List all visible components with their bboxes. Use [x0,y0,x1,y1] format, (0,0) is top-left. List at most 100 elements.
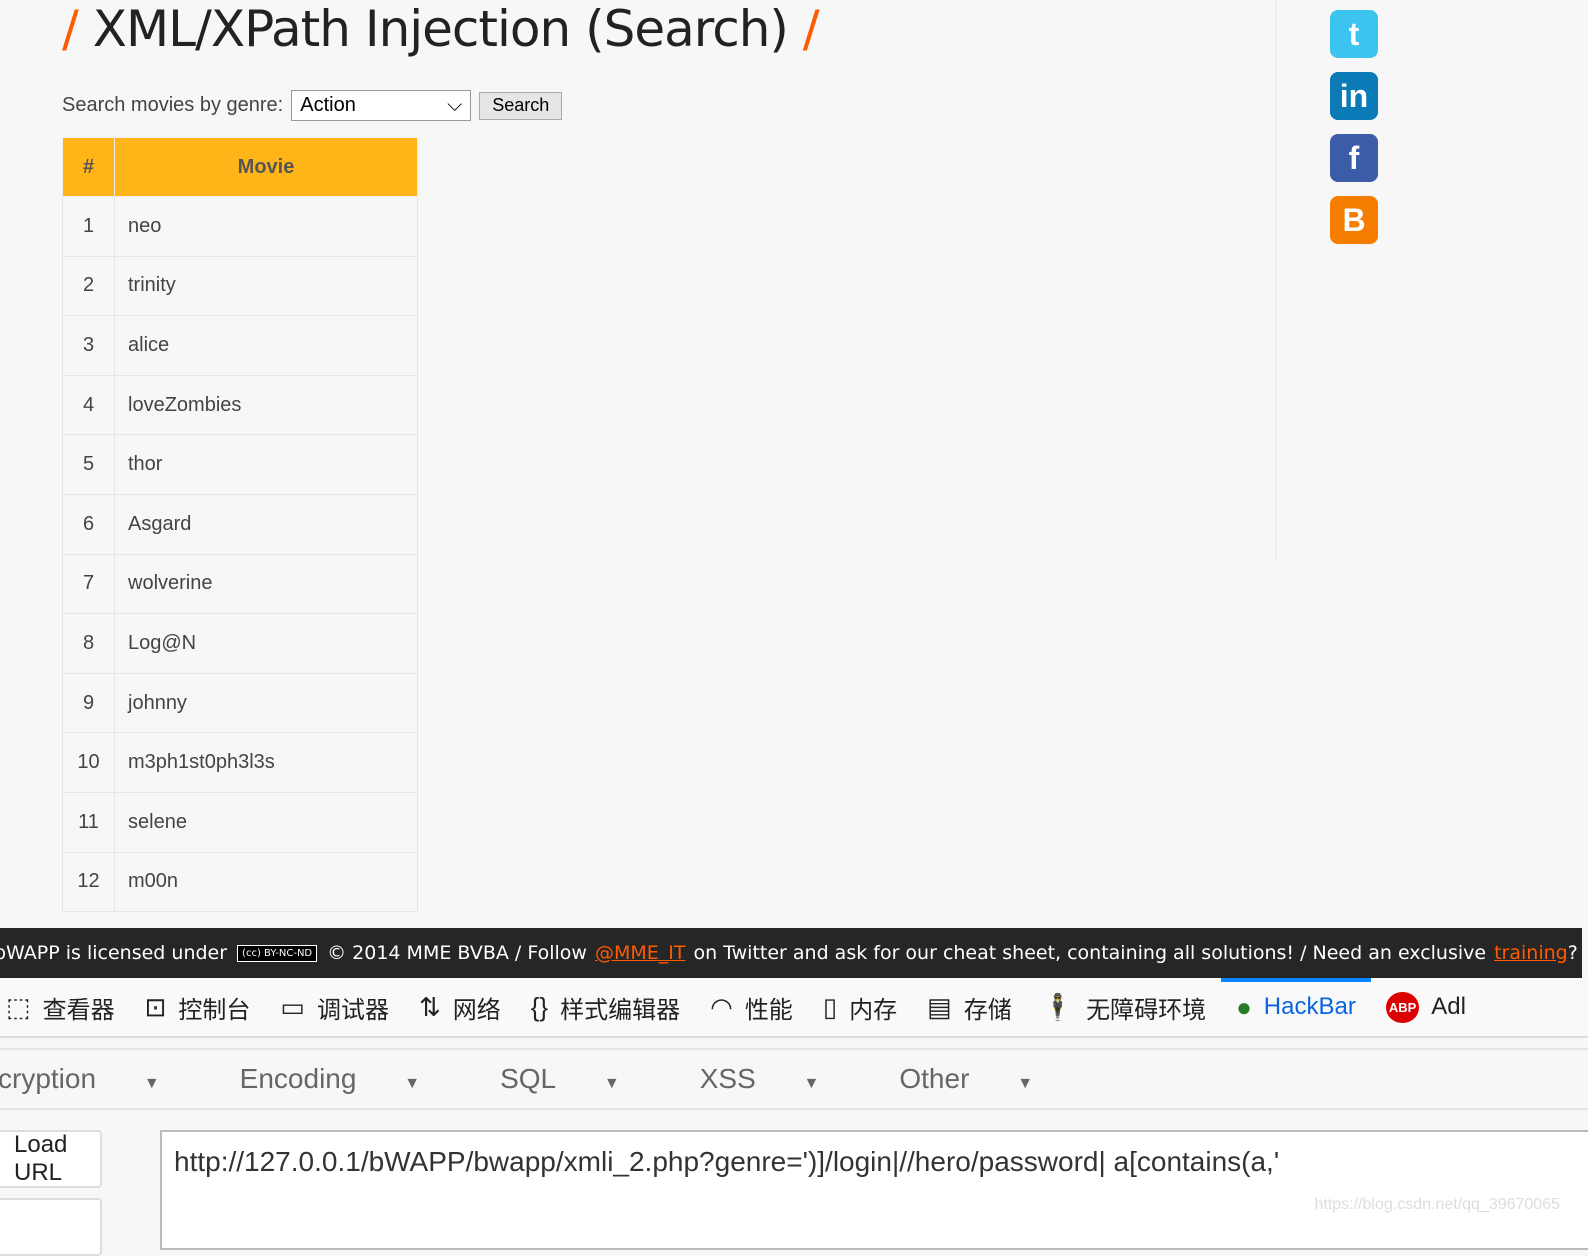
devtools-tab-style-editor[interactable]: {} 样式编辑器 [531,978,680,1036]
sidebar-divider [1275,0,1277,560]
movie-title: Log@N [114,613,418,674]
movie-title: loveZombies [114,374,418,436]
hackbar-menu: cryption ▼ Encoding ▼ SQL ▼ XSS ▼ Other ▼ [0,1048,1588,1110]
menu-label: Other [899,1063,970,1094]
devtools-tab-performance[interactable]: ◠ 性能 [710,978,793,1036]
genre-select[interactable]: Action ⌵ [291,90,472,121]
movie-title: thor [114,434,418,495]
footer-text: on Twitter and ask for our cheat sheet, … [693,942,1487,964]
caret-down-icon: ▼ [143,1075,160,1092]
row-number: 12 [62,851,115,913]
url-textarea[interactable]: http://127.0.0.1/bWAPP/bwapp/xmli_2.php?… [160,1130,1588,1250]
cc-badge[interactable]: (cc) BY-NC-ND [237,944,318,962]
tab-label: 无障碍环境 [1086,996,1207,1024]
table-row: 11 selene [62,791,418,853]
copyright-text: © 2014 MME BVBA / Follow [327,942,587,964]
inspector-icon: ⬚ [6,991,31,1022]
table-row: 2 trinity [62,255,418,317]
movie-title: Asgard [114,493,418,555]
row-number: 4 [62,374,115,436]
console-icon: ⊡ [144,991,167,1022]
devtools-tab-network[interactable]: ⇅ 网络 [419,978,501,1036]
devtools-tab-adblock[interactable]: ABP Adl [1385,978,1466,1036]
movie-title: johnny [114,672,418,734]
facebook-icon[interactable]: f [1330,134,1378,182]
tab-label: 内存 [849,996,898,1024]
tab-label: 性能 [744,996,793,1024]
devtools-tab-hackbar[interactable]: ● HackBar [1221,978,1371,1036]
hackbar-menu-other[interactable]: Other ▼ [899,1063,1073,1095]
row-number: 7 [62,553,115,615]
menu-label: XSS [699,1063,756,1094]
hackbar-menu-cryption[interactable]: cryption ▼ [0,1063,200,1095]
movie-title: alice [114,315,418,376]
table-row: 12 m00n [62,851,418,913]
table-row: 7 wolverine [62,553,418,615]
row-number: 8 [62,613,115,674]
twitter-icon[interactable]: t [1330,10,1378,58]
devtools-tabbar: ⬚ 查看器 ⊡ 控制台 ▭ 调试器 ⇅ 网络 {} 样式编辑器 ◠ 性能 ▯ 内存 ▤ 存储 🕴 无障碍环境 ● Ha… [0,978,1588,1038]
caret-down-icon: ▼ [603,1075,620,1092]
training-link[interactable]: training [1494,942,1568,964]
caret-down-icon: ▼ [1017,1075,1034,1092]
title-text: XML/XPath Injection (Search) [92,0,789,58]
menu-label: cryption [0,1063,97,1094]
performance-icon: ◠ [710,991,733,1022]
style-editor-icon: {} [530,991,549,1022]
movie-title: selene [114,791,418,853]
twitter-handle-link[interactable]: @MME_IT [595,942,686,964]
selected-genre: Action [300,94,356,116]
search-form: Search movies by genre: Action ⌵ Search [62,90,563,121]
devtools-tab-memory[interactable]: ▯ 内存 [823,978,897,1036]
license-text: bWAPP is licensed under [0,942,228,964]
caret-down-icon: ▼ [404,1075,421,1092]
table-row: 5 thor [62,434,418,495]
footer: bWAPP is licensed under (cc) BY-NC-ND © … [0,928,1582,978]
movie-title: m00n [114,851,418,913]
adblock-icon: ABP [1385,991,1420,1023]
row-number: 2 [62,255,115,317]
row-number: 6 [62,493,115,555]
devtools-tab-debugger[interactable]: ▭ 调试器 [280,978,389,1036]
table-row: 3 alice [62,315,418,376]
footer-end: ? [1567,942,1578,964]
split-url-button[interactable] [0,1198,102,1256]
devtools-tab-console[interactable]: ⊡ 控制台 [145,978,251,1036]
caret-down-icon: ▼ [803,1075,820,1092]
watermark: https://blog.csdn.net/qq_39670065 [1314,1196,1560,1213]
header-number: # [62,137,115,197]
tab-label: 查看器 [42,996,115,1024]
row-number: 5 [62,434,115,495]
devtools-tab-accessibility[interactable]: 🕴 无障碍环境 [1042,978,1206,1036]
debugger-icon: ▭ [280,991,305,1022]
search-button[interactable]: Search [479,91,563,120]
row-number: 3 [62,315,115,376]
table-row: 6 Asgard [62,493,418,555]
tab-label: 网络 [452,996,501,1024]
hackbar-menu-encoding[interactable]: Encoding ▼ [240,1063,460,1095]
blogger-icon[interactable]: B [1330,196,1378,244]
table-row: 1 neo [62,196,418,257]
devtools-tab-storage[interactable]: ▤ 存储 [927,978,1012,1036]
row-number: 10 [62,732,115,793]
tab-label: 控制台 [178,996,251,1024]
table-row: 10 m3ph1st0ph3l3s [62,732,418,793]
tab-label: 存储 [963,996,1012,1024]
hackbar-menu-xss[interactable]: XSS ▼ [700,1063,860,1095]
header-movie: Movie [114,137,418,197]
tab-label: 样式编辑器 [560,996,681,1024]
devtools-tab-inspector[interactable]: ⬚ 查看器 [6,978,115,1036]
accessibility-icon: 🕴 [1041,991,1075,1022]
movie-title: trinity [114,255,418,317]
tab-label: Adl [1431,993,1466,1020]
table-row: 4 loveZombies [62,374,418,436]
menu-label: Encoding [239,1063,357,1094]
genre-label: Search movies by genre: [62,94,284,116]
chevron-down-icon: ⌵ [447,94,463,116]
movie-title: neo [114,196,418,257]
table-row: 8 Log@N [62,613,418,674]
load-url-button[interactable]: Load URL [0,1130,102,1188]
linkedin-icon[interactable]: in [1330,72,1378,120]
hackbar-menu-sql[interactable]: SQL ▼ [500,1063,660,1095]
storage-icon: ▤ [927,991,952,1022]
